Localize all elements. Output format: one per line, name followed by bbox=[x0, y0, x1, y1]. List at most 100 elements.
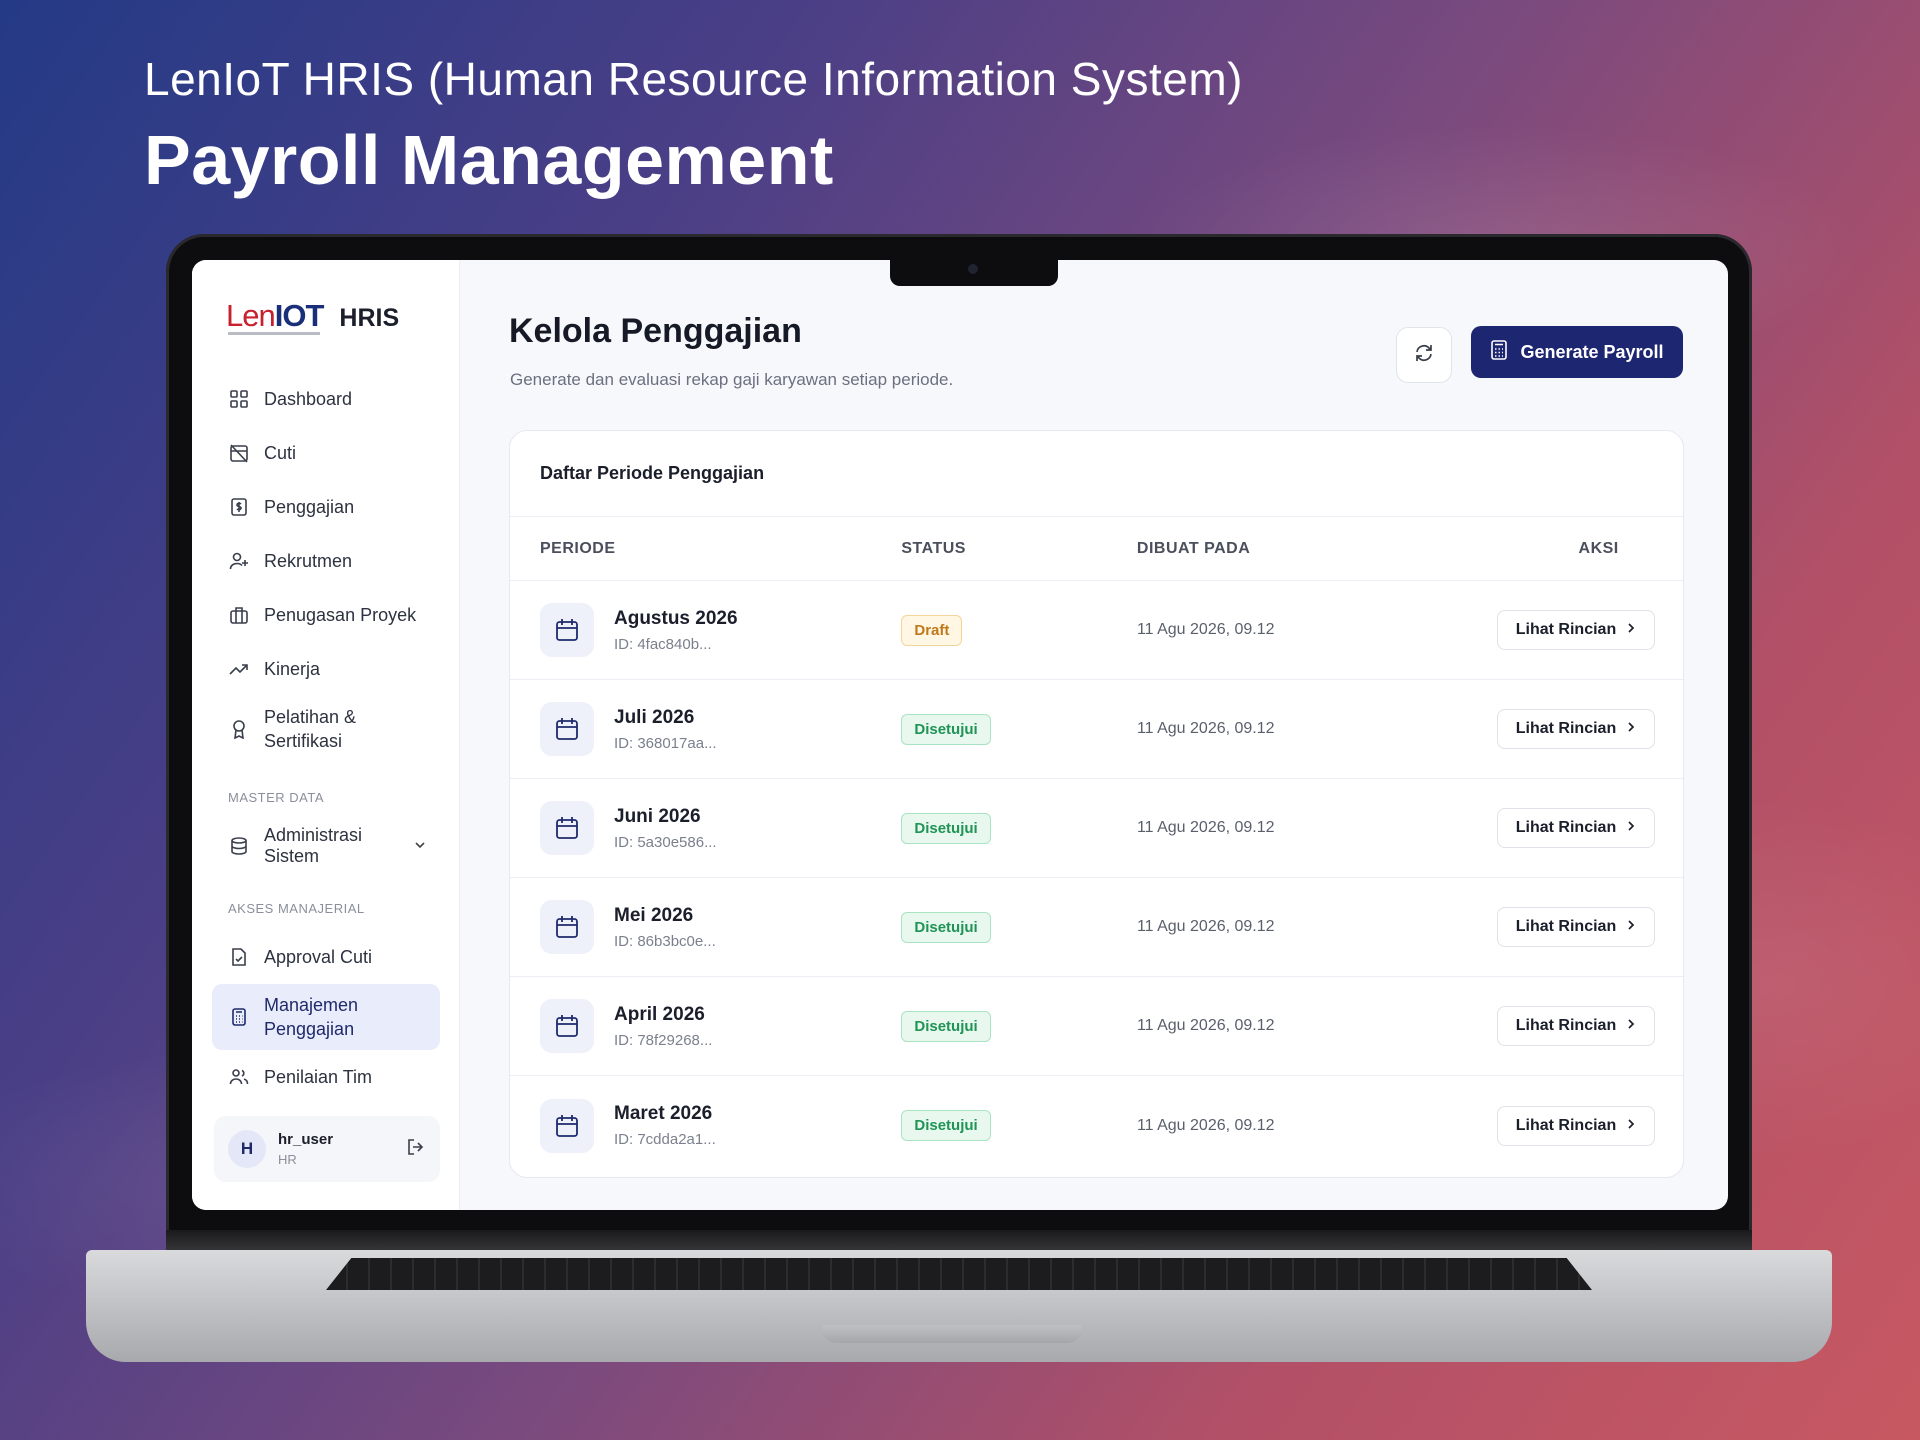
view-detail-label: Lihat Rincian bbox=[1515, 720, 1617, 737]
chevron-right-icon bbox=[1626, 1117, 1636, 1135]
sidebar-item-label: Rekrutmen bbox=[264, 550, 353, 571]
status-badge: Disetujui bbox=[901, 1110, 991, 1141]
page-title: Kelola Penggajian bbox=[509, 312, 802, 350]
created-date: 11 Agu 2026, 09.12 bbox=[1136, 918, 1275, 935]
chevron-right-icon bbox=[1626, 621, 1636, 639]
column-header-aksi: AKSI bbox=[1578, 539, 1619, 557]
column-header-status: STATUS bbox=[901, 539, 966, 557]
camera-notch bbox=[890, 258, 1058, 286]
logo-tagline bbox=[228, 332, 320, 335]
column-header-periode: PERIODE bbox=[540, 539, 616, 557]
main-content: Kelola Penggajian Generate dan evaluasi … bbox=[460, 260, 1728, 1210]
period-id: ID: 368017aa... bbox=[614, 734, 717, 752]
payroll-period-card: Daftar Periode Penggajian PERIODE STATUS… bbox=[509, 430, 1684, 1178]
refresh-button[interactable] bbox=[1396, 327, 1452, 383]
section-master-data: MASTER DATA bbox=[228, 790, 325, 805]
chevron-right-icon bbox=[1626, 819, 1636, 837]
sidebar: LenIOT HRIS Dashboard Cuti Penggajian Re… bbox=[192, 260, 460, 1210]
period-id: ID: 7cdda2a1... bbox=[614, 1131, 716, 1148]
logo-brand-iot: IOT bbox=[274, 298, 325, 333]
period-name: Maret 2026 bbox=[614, 1103, 713, 1124]
sidebar-item-label: Penugasan Proyek bbox=[264, 604, 417, 625]
sidebar-item-label: Manajemen Penggajian bbox=[264, 995, 359, 1039]
dashboard-grid-icon bbox=[228, 388, 250, 410]
sidebar-item-cuti[interactable]: Cuti bbox=[212, 426, 440, 480]
logout-icon[interactable] bbox=[406, 1137, 426, 1162]
user-role: HR bbox=[278, 1152, 297, 1167]
view-detail-button[interactable]: Lihat Rincian bbox=[1497, 808, 1655, 848]
sidebar-item-rekrutmen[interactable]: Rekrutmen bbox=[212, 534, 440, 588]
sidebar-item-penggajian[interactable]: Penggajian bbox=[212, 480, 440, 534]
calendar-icon bbox=[540, 1098, 594, 1153]
trend-up-icon bbox=[228, 658, 250, 680]
status-badge: Disetujui bbox=[901, 713, 991, 745]
sidebar-item-kinerja[interactable]: Kinerja bbox=[212, 642, 440, 696]
sidebar-item-dashboard[interactable]: Dashboard bbox=[212, 372, 440, 426]
sidebar-item-label: Kinerja bbox=[264, 658, 321, 679]
sidebar-item-label: Cuti bbox=[264, 442, 297, 463]
period-id: ID: 78f29268... bbox=[614, 1031, 713, 1049]
app-logo[interactable]: LenIOT HRIS bbox=[226, 298, 399, 334]
user-meta: hr_user HR bbox=[278, 1131, 333, 1167]
period-name: Juni 2026 bbox=[614, 805, 701, 827]
chevron-down-icon[interactable] bbox=[414, 838, 426, 854]
sidebar-item-pelatihan[interactable]: Pelatihan & Sertifikasi bbox=[212, 696, 440, 762]
refresh-icon bbox=[1413, 342, 1435, 369]
view-detail-label: Lihat Rincian bbox=[1515, 1017, 1617, 1034]
created-date: 11 Agu 2026, 09.12 bbox=[1136, 621, 1275, 638]
view-detail-label: Lihat Rincian bbox=[1515, 918, 1617, 935]
calculator-icon bbox=[228, 1006, 250, 1028]
chevron-right-icon bbox=[1626, 918, 1636, 936]
calendar-icon bbox=[540, 900, 594, 954]
camera-icon bbox=[968, 264, 978, 274]
headline-eyebrow: LenIoT HRIS (Human Resource Information … bbox=[144, 53, 1243, 105]
user-plus-icon bbox=[228, 550, 250, 572]
table-row: April 2026 ID: 78f29268... Disetujui 11 A… bbox=[510, 977, 1683, 1076]
created-date: 11 Agu 2026, 09.12 bbox=[1136, 1116, 1275, 1134]
table-row: Juni 2026 ID: 5a30e586... Disetujui 11 Ag… bbox=[510, 779, 1683, 878]
sidebar-item-approval-cuti[interactable]: Approval Cuti bbox=[212, 930, 440, 984]
table-row: Mei 2026 ID: 86b3bc0e... Disetujui 11 Agu… bbox=[510, 878, 1683, 977]
view-detail-button[interactable]: Lihat Rincian bbox=[1497, 610, 1655, 650]
sidebar-nav: Dashboard Cuti Penggajian Rekrutmen Penu… bbox=[212, 372, 440, 1104]
generate-payroll-button[interactable]: Generate Payroll bbox=[1471, 326, 1683, 378]
users-icon bbox=[228, 1066, 250, 1088]
sidebar-item-label: Approval Cuti bbox=[264, 946, 373, 967]
award-icon bbox=[228, 718, 250, 740]
view-detail-button[interactable]: Lihat Rincian bbox=[1497, 907, 1655, 947]
card-title: Daftar Periode Penggajian bbox=[510, 431, 1683, 517]
headline-title: Payroll Management bbox=[144, 121, 834, 199]
calendar-off-icon bbox=[228, 442, 250, 464]
sidebar-item-penilaian-tim[interactable]: Penilaian Tim bbox=[212, 1050, 440, 1104]
calendar-icon bbox=[540, 603, 594, 657]
view-detail-button[interactable]: Lihat Rincian bbox=[1497, 1105, 1655, 1146]
sidebar-item-administrasi-sistem[interactable]: Administrasi Sistem bbox=[212, 819, 440, 873]
view-detail-button[interactable]: Lihat Rincian bbox=[1497, 709, 1655, 749]
sidebar-item-manajemen-penggajian[interactable]: Manajemen Penggajian bbox=[212, 984, 440, 1050]
user-card[interactable]: H hr_user HR bbox=[214, 1116, 440, 1182]
period-id: ID: 5a30e586... bbox=[614, 833, 717, 851]
laptop-keyboard bbox=[326, 1258, 1592, 1290]
period-id: ID: 4fac840b... bbox=[614, 635, 712, 653]
view-detail-button[interactable]: Lihat Rincian bbox=[1497, 1006, 1655, 1046]
logo-product: HRIS bbox=[339, 304, 400, 332]
logo-brand-len: Len bbox=[226, 298, 276, 333]
avatar: H bbox=[228, 1130, 266, 1168]
calculator-icon bbox=[1490, 339, 1508, 365]
dollar-file-icon bbox=[228, 496, 250, 518]
created-date: 11 Agu 2026, 09.12 bbox=[1136, 720, 1275, 737]
period-name: Juli 2026 bbox=[614, 706, 695, 728]
section-akses-manajerial: AKSES MANAJERIAL bbox=[228, 901, 365, 916]
table-row: Juli 2026 ID: 368017aa... Disetujui 11 Ag… bbox=[510, 680, 1683, 779]
sidebar-item-penugasan-proyek[interactable]: Penugasan Proyek bbox=[212, 588, 440, 642]
laptop-thumb-notch bbox=[822, 1325, 1082, 1343]
status-badge: Disetujui bbox=[901, 911, 991, 943]
user-name: hr_user bbox=[278, 1131, 334, 1148]
chevron-right-icon bbox=[1626, 720, 1636, 738]
chevron-right-icon bbox=[1626, 1017, 1636, 1035]
sidebar-item-label: Penggajian bbox=[264, 496, 355, 517]
promo-headline: LenIoT HRIS (Human Resource Information … bbox=[144, 52, 1243, 200]
sidebar-item-label: Administrasi Sistem bbox=[264, 825, 363, 866]
calendar-icon bbox=[540, 999, 594, 1053]
period-name: Mei 2026 bbox=[614, 904, 694, 926]
